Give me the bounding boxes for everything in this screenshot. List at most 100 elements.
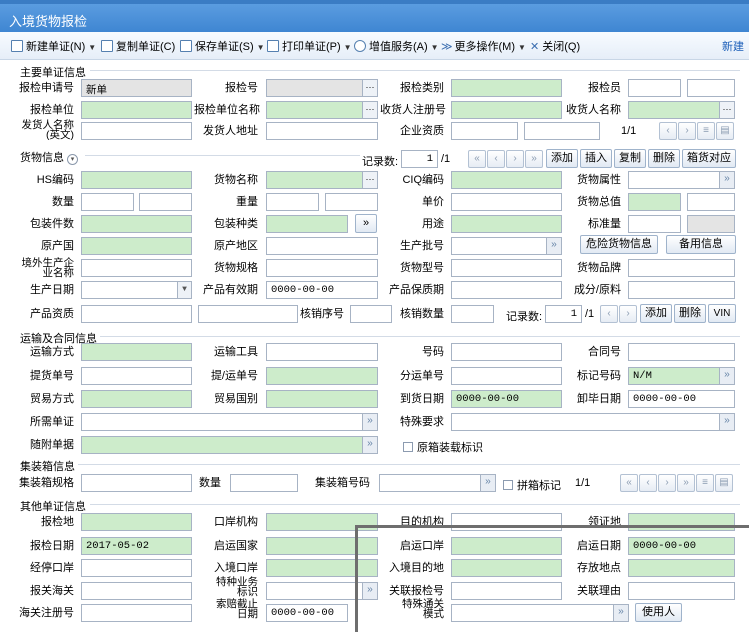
unload-date-field[interactable]: 0000-00-00 (628, 390, 735, 408)
last-icon[interactable]: » (677, 474, 695, 492)
lcl-checkbox[interactable]: 拼箱标记 (503, 477, 561, 493)
storage-field[interactable] (628, 559, 735, 577)
currency-field[interactable] (687, 193, 735, 211)
weight-unit-field[interactable] (325, 193, 378, 211)
rel-reason-field[interactable] (628, 582, 735, 600)
insp-place-field[interactable] (81, 513, 192, 531)
next-icon[interactable]: › (678, 122, 696, 140)
shelf-life-field[interactable] (451, 281, 562, 299)
double-chevron-icon[interactable]: » (613, 605, 628, 621)
sub-add-button[interactable]: 添加 (640, 304, 672, 323)
purpose-field[interactable] (451, 215, 562, 233)
pickup-no-field[interactable] (81, 367, 192, 385)
chevron-down-icon[interactable]: ▼ (344, 43, 352, 52)
goods-copy-button[interactable]: 复制 (614, 149, 646, 168)
original-box-checkbox[interactable]: 原箱装载标识 (403, 439, 483, 455)
prev-icon[interactable]: ‹ (487, 150, 505, 168)
double-chevron-icon[interactable]: » (480, 475, 495, 491)
chevron-down-icon[interactable]: ▼ (177, 282, 191, 298)
copy-document-button[interactable]: 复制单证(C) (101, 38, 175, 54)
double-chevron-icon[interactable]: » (362, 414, 377, 430)
pkg-type-field[interactable] (266, 215, 348, 233)
container-qty-field[interactable] (230, 474, 298, 492)
price-field[interactable] (451, 193, 562, 211)
ciq-code-field[interactable] (451, 171, 562, 189)
checkbox-icon[interactable] (503, 480, 513, 490)
origin-country-field[interactable] (81, 237, 192, 255)
container-no-field[interactable]: » (379, 474, 496, 492)
shipper-addr-field[interactable] (266, 122, 378, 140)
qty-field[interactable] (81, 193, 134, 211)
chevron-down-icon[interactable]: ▼ (257, 43, 265, 52)
goods-add-button[interactable]: 添加 (546, 149, 578, 168)
writeoff-qty-field[interactable] (451, 305, 494, 323)
vin-button[interactable]: VIN (708, 304, 736, 323)
prev-icon[interactable]: ‹ (600, 305, 618, 323)
sub-record-field[interactable]: 1 (545, 305, 582, 323)
qual-field[interactable] (451, 122, 518, 140)
goods-delete-button[interactable]: 删除 (648, 149, 680, 168)
inspector-field[interactable] (628, 79, 681, 97)
entry-port-field[interactable] (266, 559, 378, 577)
insp-type-field[interactable] (451, 79, 562, 97)
special-req-field[interactable]: » (451, 413, 735, 431)
danger-goods-button[interactable]: 危险货物信息 (580, 235, 658, 254)
goods-insert-button[interactable]: 插入 (580, 149, 612, 168)
arrive-date-field[interactable]: 0000-00-00 (451, 390, 562, 408)
special-clear-field[interactable]: » (451, 604, 629, 622)
chevron-down-icon[interactable]: ▼ (518, 43, 526, 52)
std-unit-field[interactable] (687, 215, 735, 233)
transport-tool-field[interactable] (266, 343, 378, 361)
sub-delete-button[interactable]: 删除 (674, 304, 706, 323)
mark-no-field[interactable]: N/M » (628, 367, 735, 385)
special-biz-field[interactable]: » (266, 582, 378, 600)
edit-icon[interactable]: ▤ (715, 474, 733, 492)
insp-no-field[interactable]: ··· (266, 79, 378, 97)
chevron-down-icon[interactable]: ▼ (88, 43, 96, 52)
prod-qual-field[interactable] (81, 305, 192, 323)
ship-country-field[interactable] (266, 537, 378, 555)
prev-icon[interactable]: ‹ (659, 122, 677, 140)
ship-port-field[interactable] (451, 537, 562, 555)
next-icon[interactable]: › (506, 150, 524, 168)
value-added-button[interactable]: 增值服务(A) ▼ (354, 38, 439, 54)
trade-mode-field[interactable] (81, 390, 192, 408)
close-button[interactable]: ✕ 关闭(Q) (530, 38, 580, 54)
next-icon[interactable]: › (658, 474, 676, 492)
entry-dest-field[interactable] (451, 559, 562, 577)
qual-field-2[interactable] (524, 122, 600, 140)
list-icon[interactable]: ≡ (697, 122, 715, 140)
brand-field[interactable] (628, 259, 735, 277)
dest-org-field[interactable] (451, 513, 562, 531)
first-icon[interactable]: « (620, 474, 638, 492)
double-chevron-icon[interactable]: » (719, 172, 734, 188)
customs-field[interactable] (81, 582, 192, 600)
pkg-count-field[interactable] (81, 215, 192, 233)
lookup-button[interactable]: ··· (362, 80, 377, 96)
lookup-button[interactable]: ··· (362, 172, 377, 188)
batch-no-field[interactable]: » (451, 237, 562, 255)
via-port-field[interactable] (81, 559, 192, 577)
transport-mode-field[interactable] (81, 343, 192, 361)
double-chevron-icon[interactable]: » (719, 414, 734, 430)
box-map-button[interactable]: 箱货对应 (682, 149, 736, 168)
prev-icon[interactable]: ‹ (639, 474, 657, 492)
ship-date-field[interactable]: 0000-00-00 (628, 537, 735, 555)
double-chevron-icon[interactable]: » (362, 583, 377, 599)
user-button[interactable]: 使用人 (635, 603, 682, 622)
edit-icon[interactable]: ▤ (716, 122, 734, 140)
weight-field[interactable] (266, 193, 319, 211)
prod-date-field[interactable]: ▼ (81, 281, 192, 299)
double-chevron-icon[interactable]: » (546, 238, 561, 254)
first-icon[interactable]: « (468, 150, 486, 168)
shipper-name-field[interactable] (81, 122, 192, 140)
more-actions-button[interactable]: ≫ 更多操作(M) ▼ (441, 38, 526, 54)
lookup-button[interactable]: ··· (362, 102, 377, 118)
trade-country-field[interactable] (266, 390, 378, 408)
sub-bill-field[interactable] (451, 367, 562, 385)
goods-record-field[interactable]: 1 (401, 150, 438, 168)
save-document-button[interactable]: 保存单证(S) ▼ (180, 38, 265, 54)
list-icon[interactable]: ≡ (696, 474, 714, 492)
hs-code-field[interactable] (81, 171, 192, 189)
lookup-button[interactable]: ··· (719, 102, 734, 118)
